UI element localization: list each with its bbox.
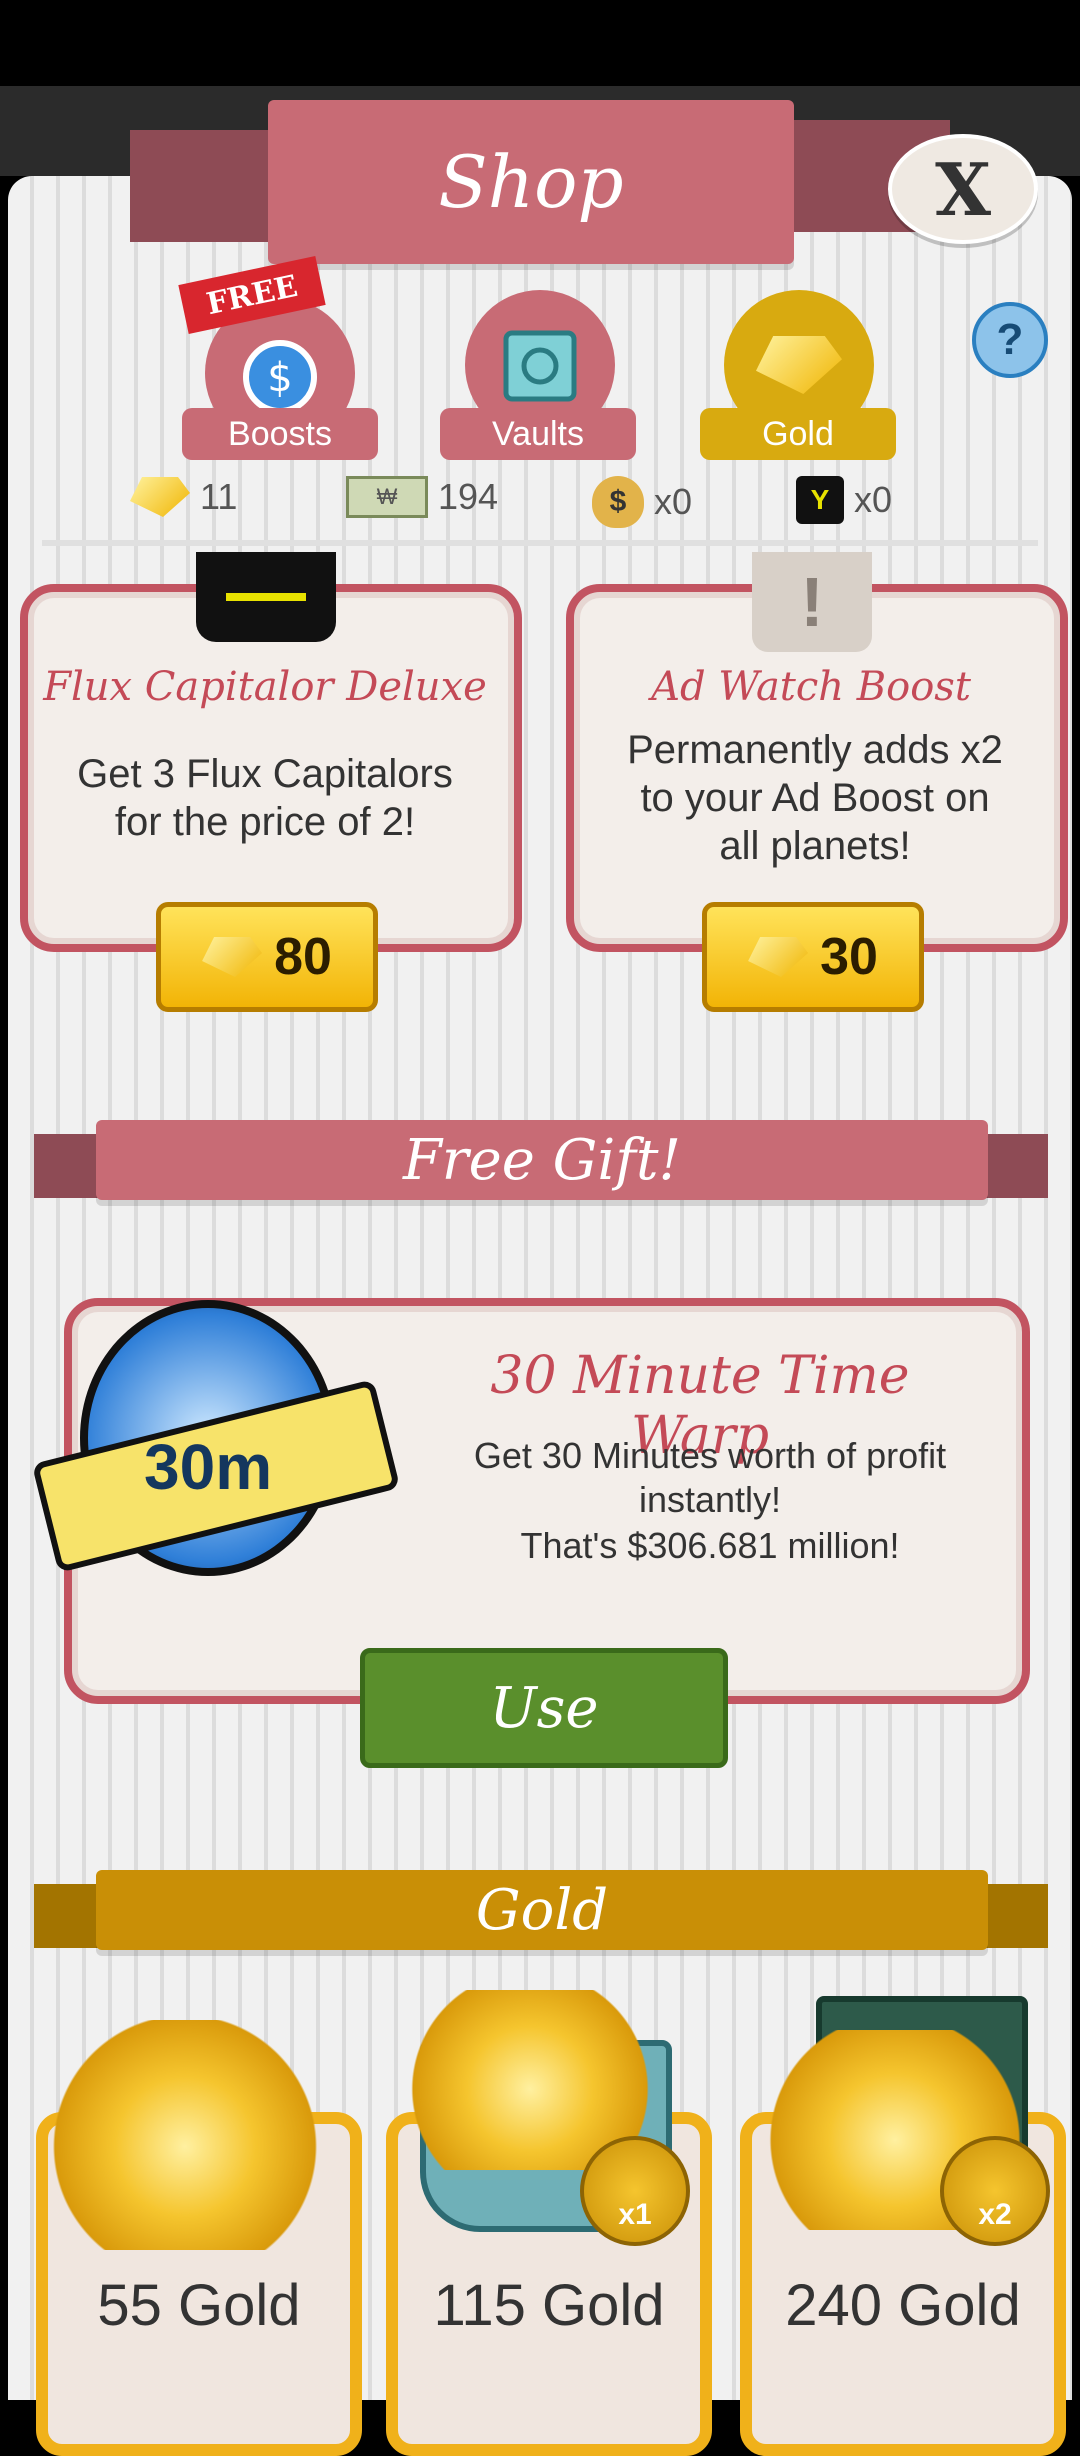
currency-gold: 11 — [130, 476, 237, 518]
money-bag-icon: $ — [592, 476, 644, 528]
gold-pile-icon — [30, 2020, 340, 2250]
buy-flux-button[interactable]: 80 — [156, 902, 378, 1012]
offer-title: Ad Watch Boost — [651, 664, 971, 710]
tab-vaults-label: Vaults — [440, 408, 636, 460]
currency-flux: Y x0 — [796, 476, 892, 524]
gold-pack-label: 115 Gold — [433, 2273, 665, 2338]
tab-gold-label: Gold — [700, 408, 896, 460]
section-title-gold: Gold — [96, 1870, 988, 1950]
section-title-free-gift: Free Gift! — [96, 1120, 988, 1200]
status-bar — [0, 0, 1080, 86]
offer-description: Permanently adds x2 to your Ad Boost on … — [627, 728, 1003, 868]
free-gift-description: Get 30 Minutes worth of profit instantly… — [473, 1435, 947, 1520]
gold-gem-icon — [202, 937, 263, 977]
flux-capitalor-icon — [196, 552, 336, 642]
tv-alert-icon: ! — [752, 552, 872, 652]
tab-gold[interactable]: Gold — [700, 290, 896, 460]
gold-gem-icon — [748, 937, 809, 977]
megabucks-icon: ₩ — [346, 476, 428, 518]
flux-count: x0 — [854, 479, 893, 520]
help-button[interactable]: ? — [972, 302, 1048, 378]
buy-ad-boost-button[interactable]: 30 — [702, 902, 924, 1012]
price-label: 30 — [820, 928, 878, 986]
price-label: 80 — [274, 928, 332, 986]
gold-pack-label: 55 Gold — [97, 2273, 301, 2338]
offer-title: Flux Capitalor Deluxe — [43, 664, 487, 710]
multiplier-badge: x1 — [580, 2136, 690, 2246]
offer-description: Get 3 Flux Capitalors for the price of 2… — [77, 752, 453, 844]
multiplier-badge: x2 — [940, 2136, 1050, 2246]
time-warp-icon: 30m — [31, 1270, 401, 1590]
close-button[interactable]: X — [888, 134, 1038, 244]
currency-megabucks: ₩ 194 — [346, 476, 498, 518]
megabucks-count: 194 — [438, 476, 499, 517]
svg-text:$: $ — [267, 355, 292, 401]
divider — [42, 540, 1038, 546]
tab-boosts-label: Boosts — [182, 408, 378, 460]
gold-count: 11 — [200, 476, 238, 517]
page-title: Shop — [268, 100, 794, 264]
gold-pack-label: 240 Gold — [785, 2273, 1021, 2338]
ribbon-left-tail — [130, 130, 280, 242]
free-gift-profit: That's $306.681 million! — [520, 1525, 900, 1566]
time-warp-label: 30m — [144, 1431, 273, 1503]
money-bag-count: x0 — [654, 481, 693, 522]
flux-capitalor-icon: Y — [796, 476, 844, 524]
gold-gem-icon — [130, 477, 190, 517]
currency-money-bag: $ x0 — [592, 476, 692, 528]
use-button[interactable]: Use — [360, 1648, 728, 1768]
